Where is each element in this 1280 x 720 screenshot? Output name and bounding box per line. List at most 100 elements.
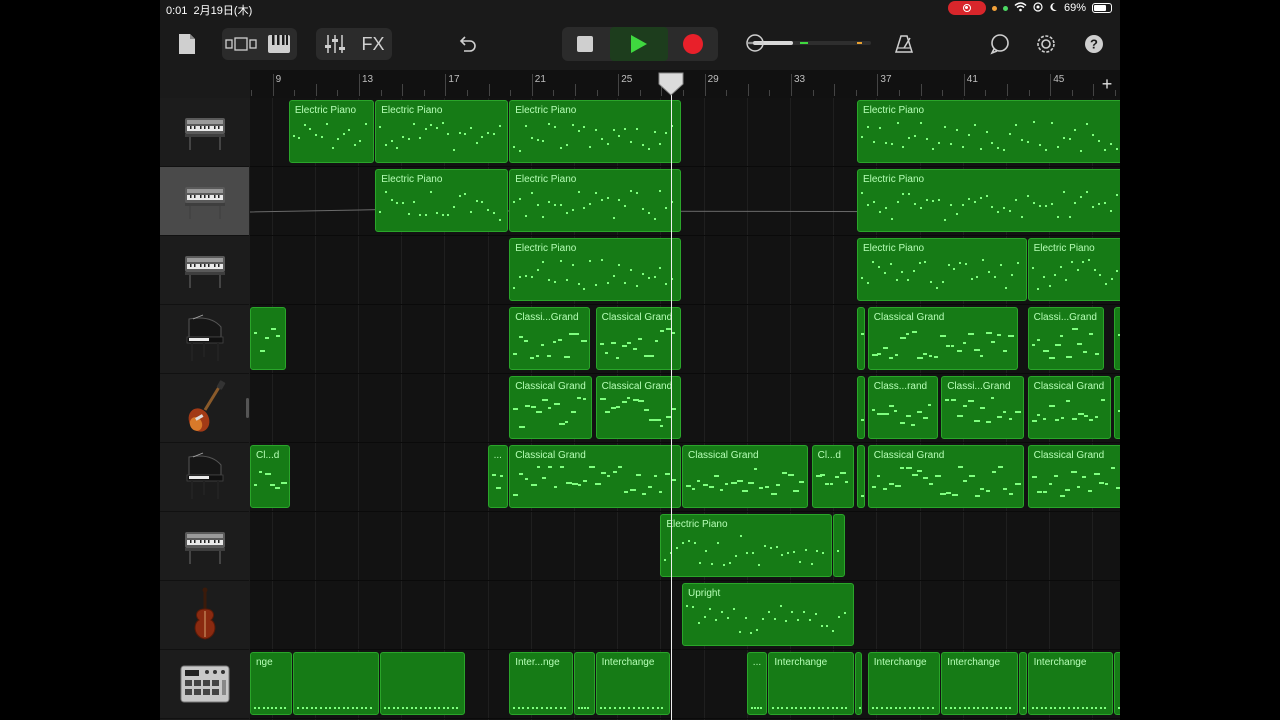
region[interactable]: C <box>1114 376 1120 439</box>
region[interactable]: ... <box>487 445 509 508</box>
track-header[interactable] <box>160 236 249 305</box>
region[interactable]: Electric Piano <box>509 169 681 232</box>
fx-button[interactable]: FX <box>356 30 390 58</box>
region[interactable] <box>854 652 863 715</box>
midi-note <box>715 619 718 621</box>
track-header[interactable] <box>160 374 249 443</box>
track-header[interactable] <box>160 167 249 236</box>
region[interactable]: Classical Grand <box>682 445 809 508</box>
region[interactable]: Inter...nge <box>509 652 573 715</box>
help-icon[interactable]: ? <box>1080 30 1108 58</box>
track-header[interactable] <box>160 98 249 167</box>
region[interactable] <box>833 514 846 577</box>
mixer-icon[interactable] <box>320 30 350 58</box>
region[interactable]: Classi...Grand <box>1027 307 1105 370</box>
track-header[interactable] <box>160 305 249 374</box>
region[interactable]: Interchange <box>768 652 854 715</box>
region[interactable]: Electric Piano <box>509 238 681 301</box>
screen-recording-icon[interactable] <box>947 1 986 15</box>
region[interactable]: Upright <box>682 583 854 646</box>
midi-note <box>390 199 393 201</box>
region[interactable]: nge <box>250 652 293 715</box>
region[interactable]: Classical Grand <box>595 307 681 370</box>
stop-button[interactable] <box>570 29 600 59</box>
midi-note <box>583 207 586 209</box>
region[interactable]: Electric Piano <box>509 100 681 163</box>
midi-note <box>599 707 602 709</box>
region[interactable] <box>250 307 286 370</box>
header-resize-handle[interactable] <box>246 398 249 418</box>
region[interactable]: Electric Piano <box>1027 238 1120 301</box>
ruler-tick <box>423 90 425 96</box>
region[interactable] <box>574 652 595 715</box>
midi-note <box>760 707 763 709</box>
region[interactable]: Electric Piano <box>856 100 1120 163</box>
region[interactable]: Classical Grand <box>1027 376 1111 439</box>
region[interactable]: C <box>1114 307 1120 370</box>
region[interactable]: Electric Piano <box>856 238 1027 301</box>
track-header[interactable] <box>160 443 249 512</box>
timeline-ruler[interactable]: 9 13 17 21 25 29 33 37 41 45 <box>250 70 1120 99</box>
region[interactable]: Cl...d <box>250 445 291 508</box>
region[interactable]: I <box>1114 652 1120 715</box>
region[interactable] <box>379 652 465 715</box>
tracks-view-icon[interactable] <box>224 30 258 58</box>
region[interactable]: Classi...Grand <box>509 307 591 370</box>
keyboard-icon[interactable] <box>264 30 294 58</box>
region[interactable] <box>856 376 865 439</box>
midi-notes <box>750 673 764 710</box>
region[interactable]: Classical Grand <box>509 445 681 508</box>
region[interactable]: Classical Grand <box>509 376 593 439</box>
midi-note <box>791 611 794 613</box>
region[interactable]: ... <box>746 652 768 715</box>
region[interactable]: Classical Grand <box>867 445 1025 508</box>
midi-note <box>583 126 586 128</box>
region[interactable]: Electric Piano <box>375 100 509 163</box>
region[interactable]: Cl...d <box>811 445 854 508</box>
midi-note <box>447 214 450 216</box>
midi-note <box>254 332 257 334</box>
region[interactable]: Electric Piano <box>856 169 1120 232</box>
region[interactable] <box>1018 652 1027 715</box>
region[interactable]: Classical Grand <box>867 307 1018 370</box>
midi-note <box>964 263 967 265</box>
track-header[interactable] <box>160 581 249 650</box>
midi-note <box>1038 205 1041 207</box>
play-button[interactable] <box>610 27 668 61</box>
midi-note <box>770 493 777 495</box>
region[interactable] <box>856 445 865 508</box>
track-header[interactable] <box>160 650 249 719</box>
region[interactable]: Interchange <box>595 652 671 715</box>
region[interactable]: Classical Grand <box>595 376 681 439</box>
track-lanes[interactable]: Electric Piano Electric Piano Electric Pia… <box>250 98 1120 720</box>
region[interactable]: Interchange <box>867 652 941 715</box>
add-section-button[interactable]: + <box>1098 74 1116 94</box>
midi-notes <box>871 466 1021 503</box>
track-header[interactable] <box>160 512 249 581</box>
midi-note <box>565 279 568 281</box>
midi-note <box>595 129 598 131</box>
midi-note <box>659 491 663 493</box>
region[interactable]: Electric Piano <box>288 100 375 163</box>
midi-note <box>981 707 984 709</box>
volume-meter[interactable] <box>744 32 874 54</box>
settings-icon[interactable] <box>1032 30 1060 58</box>
region[interactable]: Classical Grand <box>1027 445 1120 508</box>
region-name: Electric Piano <box>381 174 443 185</box>
region[interactable] <box>293 652 379 715</box>
region[interactable]: Electric Piano <box>375 169 509 232</box>
region[interactable]: Class...rand <box>867 376 939 439</box>
metronome-icon[interactable] <box>890 30 918 58</box>
playhead-handle[interactable] <box>658 72 684 96</box>
my-songs-icon[interactable] <box>176 30 198 58</box>
region[interactable]: Interchange <box>1027 652 1113 715</box>
midi-note <box>419 137 421 139</box>
undo-icon[interactable] <box>452 30 482 58</box>
record-button[interactable] <box>678 29 708 59</box>
midi-note <box>731 482 738 484</box>
loop-browser-icon[interactable] <box>986 30 1014 58</box>
region[interactable]: Classi...Grand <box>941 376 1025 439</box>
region[interactable] <box>856 307 865 370</box>
region[interactable]: Interchange <box>941 652 1018 715</box>
region[interactable]: Electric Piano <box>660 514 833 577</box>
